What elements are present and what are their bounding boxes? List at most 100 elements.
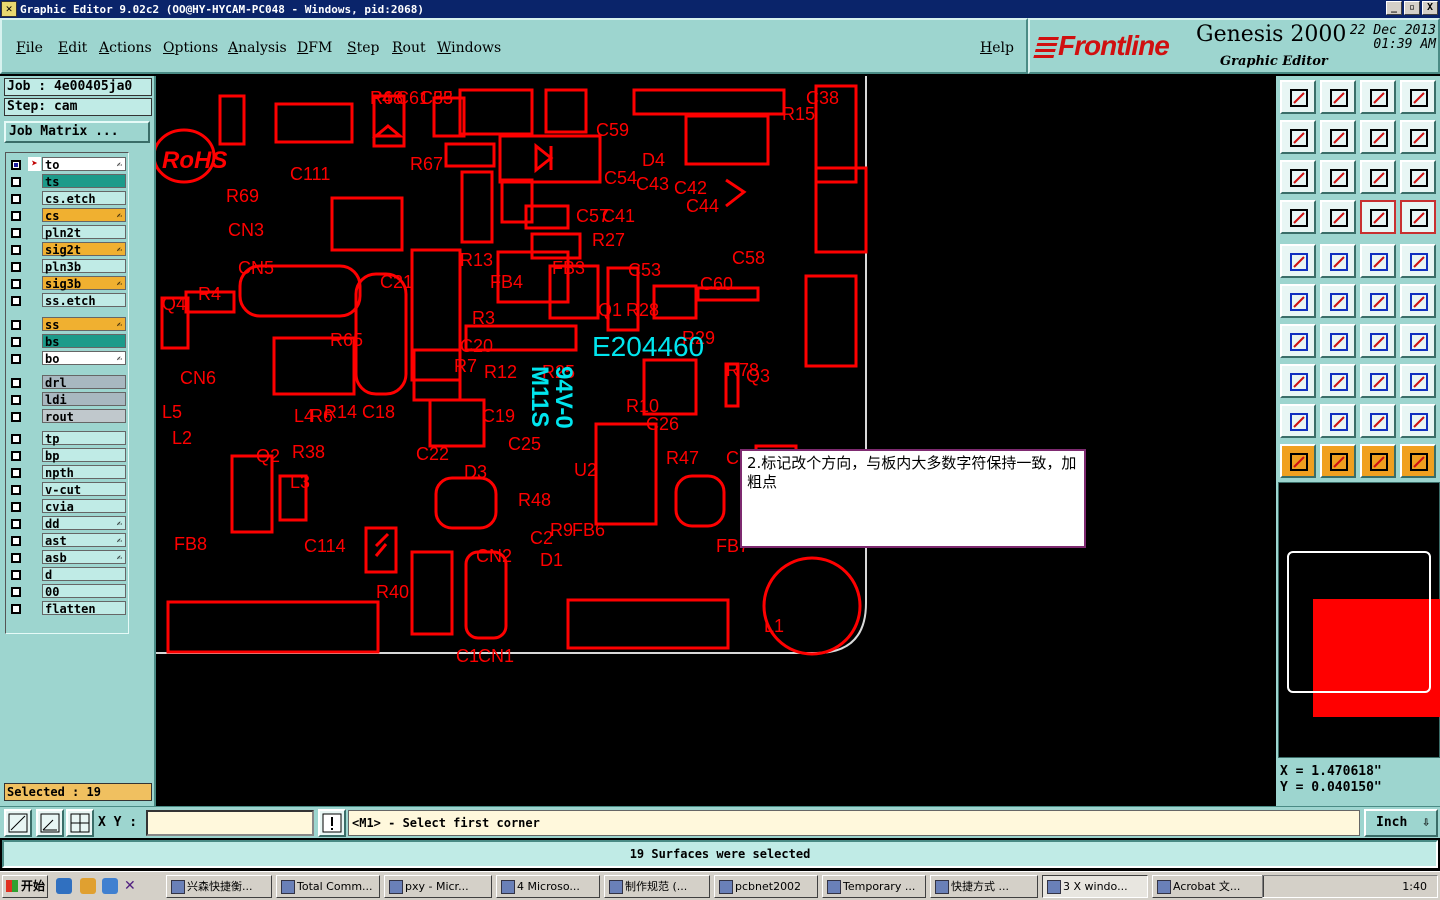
cursor-tool-button[interactable] (1280, 444, 1316, 478)
menu-windows[interactable]: Windows (437, 40, 501, 56)
layer-row-sig3b[interactable]: sig3b ✍ (8, 276, 128, 291)
layer-row-bp[interactable]: bp (8, 447, 128, 463)
quicklaunch-icon-2[interactable] (102, 878, 118, 894)
layer-row-tp[interactable]: tp (8, 430, 128, 446)
import-tool-button[interactable] (1280, 120, 1316, 154)
menu-analysis[interactable]: Analysis (228, 40, 287, 56)
layer-checkbox[interactable] (11, 319, 21, 330)
triangle3-tool-button[interactable] (1360, 404, 1396, 438)
layer-name[interactable]: bo ✍ (42, 350, 126, 366)
layer-row-drl[interactable]: drl (8, 374, 128, 390)
ruler-tool-button[interactable] (1360, 244, 1396, 278)
layer-name[interactable]: rout (42, 408, 126, 424)
flow-tool-button[interactable] (1400, 120, 1436, 154)
cursor2-tool-button[interactable] (1320, 444, 1356, 478)
layer-name[interactable]: sig2t ✍ (42, 242, 126, 257)
taskbar-item[interactable]: 快捷方式 ... (930, 875, 1038, 898)
point-tool-button[interactable] (1280, 364, 1316, 398)
measure-tool-button[interactable] (1360, 364, 1396, 398)
layer-name[interactable]: npth (42, 464, 126, 480)
tools-tool-button[interactable] (1280, 200, 1316, 234)
layer-name[interactable]: dd ✍ (42, 515, 126, 531)
layer-row-ldi[interactable]: ldi (8, 391, 128, 407)
layer-row-flatten[interactable]: flatten (8, 600, 128, 616)
layer-name[interactable]: sig3b ✍ (42, 276, 126, 291)
help-tool-button[interactable] (1400, 160, 1436, 194)
layer-checkbox[interactable] (11, 394, 21, 405)
ratio-tool-button[interactable] (1360, 160, 1396, 194)
graphic-canvas[interactable]: R68 C55 C38 R15 C59 R69 C111 R67 C54 D4 C43 C42 C44 C… (156, 76, 1276, 804)
layer-name[interactable]: 00 (42, 583, 126, 599)
layer-name[interactable]: v-cut (42, 481, 126, 497)
zoom-window-button[interactable] (4, 809, 32, 837)
menu-rout[interactable]: Rout (392, 40, 426, 56)
layer-row-to[interactable]: ➤ to ✍ (8, 157, 128, 172)
layer-row-ts[interactable]: ts (8, 174, 128, 189)
dot-tool-button[interactable] (1400, 244, 1436, 278)
layer-checkbox[interactable] (11, 279, 21, 290)
taskbar-item[interactable]: 兴森快捷衡... (166, 875, 272, 898)
graph-tool-button[interactable] (1400, 364, 1436, 398)
menu-help[interactable]: Help (980, 40, 1014, 56)
layer-row-asb[interactable]: asb ✍ (8, 549, 128, 565)
layer-row-npth[interactable]: npth (8, 464, 128, 480)
close-button[interactable]: X (1422, 1, 1438, 15)
taskbar-item[interactable]: Acrobat 文... (1152, 875, 1264, 898)
layer-name[interactable]: cs.etch (42, 191, 126, 206)
grid-button[interactable] (66, 809, 94, 837)
layer-row-bo[interactable]: bo ✍ (8, 350, 128, 366)
layer-checkbox[interactable] (11, 353, 21, 364)
cross-tool-button[interactable] (1320, 284, 1356, 318)
measure-button[interactable] (36, 809, 64, 837)
layer-checkbox[interactable] (11, 262, 21, 273)
taskbar-item[interactable]: 制作规范 (... (604, 875, 710, 898)
swap-tool-button[interactable] (1360, 120, 1396, 154)
layer-row-pln3b[interactable]: pln3b (8, 259, 128, 274)
job-matrix-button[interactable]: Job Matrix ... (4, 121, 150, 143)
layer-row-cs-etch[interactable]: cs.etch (8, 191, 128, 206)
layer-checkbox[interactable] (11, 603, 21, 614)
layer-row-00[interactable]: 00 (8, 583, 128, 599)
layer-row-ast[interactable]: ast ✍ (8, 532, 128, 548)
layer-name[interactable]: ts (42, 174, 126, 189)
upload-tool-button[interactable] (1280, 80, 1316, 114)
units-select[interactable]: Inch ⇩ (1364, 809, 1438, 837)
layer-row-pln2t[interactable]: pln2t (8, 225, 128, 240)
layer-name[interactable]: cvia (42, 498, 126, 514)
camera-tool-button[interactable] (1280, 244, 1316, 278)
taskbar-item[interactable]: Temporary ... (822, 875, 926, 898)
layer-row-cvia[interactable]: cvia (8, 498, 128, 514)
connect-tool-button[interactable] (1360, 284, 1396, 318)
layer-checkbox[interactable] (11, 211, 21, 222)
xy-input[interactable] (146, 810, 314, 836)
triangle2-tool-button[interactable] (1320, 404, 1356, 438)
taskbar-item[interactable]: Total Comm... (276, 875, 380, 898)
net-red2-tool-button[interactable] (1400, 200, 1436, 234)
alert-button[interactable] (318, 809, 346, 837)
layer-row-d[interactable]: d (8, 566, 128, 582)
menu-actions[interactable]: Actions (99, 40, 152, 56)
maximize-button[interactable]: ▫ (1404, 1, 1420, 15)
layer-name[interactable]: drl (42, 374, 126, 390)
taskbar-item[interactable]: 4 Microso... (496, 875, 600, 898)
export-tool-button[interactable] (1320, 120, 1356, 154)
probe-tool-button[interactable] (1320, 200, 1356, 234)
layer-name[interactable]: asb ✍ (42, 549, 126, 565)
layer-checkbox[interactable] (11, 433, 21, 444)
menu-file[interactable]: File (16, 40, 43, 56)
layer-checkbox[interactable] (11, 467, 21, 478)
layer-checkbox[interactable] (11, 586, 21, 597)
layer-name[interactable]: ss ✍ (42, 316, 126, 332)
layer-checkbox[interactable] (11, 228, 21, 239)
layer-checkbox[interactable] (11, 245, 21, 256)
layer-name[interactable]: tp (42, 430, 126, 446)
layer-name[interactable]: pln2t (42, 225, 126, 240)
menu-options[interactable]: Options (163, 40, 218, 56)
layer-name[interactable]: pln3b (42, 259, 126, 274)
angle-tool-button[interactable] (1280, 324, 1316, 358)
layer-name[interactable]: ldi (42, 391, 126, 407)
nodes-tool-button[interactable] (1280, 284, 1316, 318)
layer-name[interactable]: to ✍ (42, 157, 126, 172)
layer-name[interactable]: ss.etch (42, 293, 126, 308)
layer-checkbox[interactable] (11, 484, 21, 495)
